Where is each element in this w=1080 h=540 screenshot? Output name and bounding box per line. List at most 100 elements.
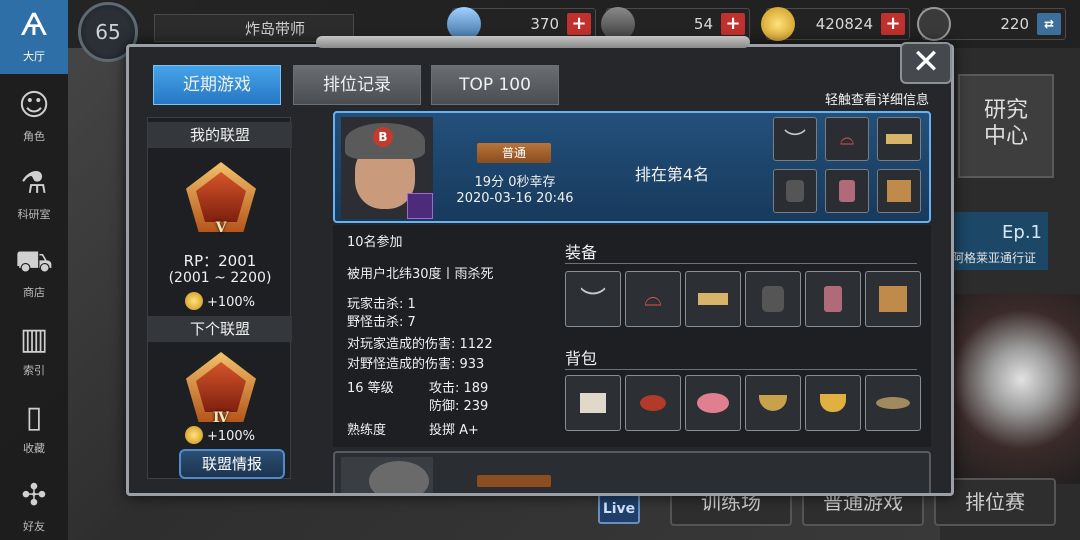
sidebar-item-collection[interactable]: ▯ 收藏 xyxy=(0,392,68,466)
sidebar-item-label: 索引 xyxy=(23,364,45,377)
league-badge-icon: V xyxy=(186,162,256,236)
coin-icon xyxy=(184,292,203,310)
player-badge[interactable]: 炸岛带师 65 xyxy=(74,2,354,62)
character-portrait: B xyxy=(341,117,433,219)
character-portrait xyxy=(341,457,433,493)
battle-pass-name: 阿格莱亚通行证 xyxy=(952,251,1037,265)
research-label: 研究 中心 xyxy=(983,98,1028,149)
plus-icon[interactable]: + xyxy=(721,13,745,35)
boomerang-icon: ︶ xyxy=(773,117,817,161)
sidebar-item-index[interactable]: ▥ 索引 xyxy=(0,314,68,388)
rp-range: (2001 ~ 2200) xyxy=(168,270,272,286)
monster-kills: 野怪击杀: 7 xyxy=(347,315,416,330)
match-card[interactable]: B 普通 19分 0秒幸存 2020-03-16 20:46 排在第4名 ︶ ⌓ xyxy=(333,111,931,223)
sidebar-item-label: 好友 xyxy=(23,520,45,533)
glasses-icon[interactable]: ⌓ xyxy=(625,271,681,327)
battle-pass-banner[interactable]: Ep.1 阿格莱亚通行证 xyxy=(948,212,1048,270)
bowl-icon[interactable] xyxy=(805,375,861,431)
sidebar-item-lobby[interactable]: Ѧ 大厅 xyxy=(0,0,68,74)
match-history-modal: 近期游戏 排位记录 TOP 100 轻触查看详细信息 我的联盟 V RP：200… xyxy=(126,44,954,496)
armor-icon[interactable] xyxy=(745,271,801,327)
detail-hint: 轻触查看详细信息 xyxy=(824,93,929,108)
sidebar-item-character[interactable]: ☺ 角色 xyxy=(0,80,68,154)
resource-value: 370 xyxy=(530,15,559,33)
next-league-bonus: +100% xyxy=(148,426,292,444)
bp-icon xyxy=(917,7,951,41)
mini-equipment-grid: ︶ ⌓ xyxy=(773,117,925,217)
crate-icon xyxy=(877,169,921,213)
divider xyxy=(565,263,917,264)
league-info-button[interactable]: 联盟情报 xyxy=(179,449,285,479)
match-rank: 排在第4名 xyxy=(634,165,710,184)
character-art xyxy=(950,294,1080,484)
armor-icon xyxy=(773,169,817,213)
mastery-label: 熟练度 xyxy=(347,423,387,438)
cart-icon: ⛟ xyxy=(15,244,53,279)
sidebar-item-label: 科研室 xyxy=(17,208,51,221)
player-kills: 玩家击杀: 1 xyxy=(347,297,416,312)
sidebar-item-label: 角色 xyxy=(23,130,45,143)
resource-bp: 220 ⇄ xyxy=(917,7,1066,41)
match-card[interactable] xyxy=(333,451,931,493)
bracer-icon xyxy=(877,117,921,161)
league-bonus: +100% xyxy=(148,292,292,310)
resource-value: 54 xyxy=(693,15,713,33)
attack-stat: 攻击: 189 xyxy=(429,381,489,396)
lab-icon: ⚗ xyxy=(20,166,48,201)
next-league-title: 下个联盟 xyxy=(148,316,292,342)
coin-icon xyxy=(184,426,203,444)
bag-title: 背包 xyxy=(565,349,598,368)
exchange-icon[interactable]: ⇄ xyxy=(1037,13,1061,35)
scroll-icon[interactable] xyxy=(565,375,621,431)
equipment-title: 装备 xyxy=(565,243,598,262)
survive-time: 19分 0秒幸存 xyxy=(474,175,556,190)
my-league-title: 我的联盟 xyxy=(148,122,292,148)
tab-ranked-records[interactable]: 排位记录 xyxy=(293,65,421,105)
sidebar-item-label: 商店 xyxy=(23,286,45,299)
sidebar-item-friends[interactable]: ✣ 好友 xyxy=(0,470,68,540)
sidebar-item-shop[interactable]: ⛟ 商店 xyxy=(0,236,68,310)
next-league-rank: Ⅳ xyxy=(213,410,229,426)
participants: 10名参加 xyxy=(347,235,403,250)
divider xyxy=(565,369,917,370)
defense-stat: 防御: 239 xyxy=(429,399,489,414)
modal-handle[interactable] xyxy=(316,36,750,48)
boots-icon xyxy=(825,169,869,213)
resource-coin: 420824 + xyxy=(761,7,910,41)
close-icon[interactable]: ✕ xyxy=(900,42,952,84)
player-damage: 对玩家造成的伤害: 1122 xyxy=(347,337,493,352)
battle-pass-episode: Ep.1 xyxy=(1002,222,1042,243)
mastery-value: 投掷 A+ xyxy=(429,423,479,438)
skill-icon xyxy=(407,193,433,219)
match-datetime: 2020-03-16 20:46 xyxy=(456,191,574,206)
resource-value: 420824 xyxy=(815,15,873,33)
sidebar: Ѧ 大厅 ☺ 角色 ⚗ 科研室 ⛟ 商店 ▥ 索引 ▯ 收藏 ✣ 好友 xyxy=(0,0,68,540)
crab-icon[interactable] xyxy=(625,375,681,431)
league-panel: 我的联盟 V RP：2001 (2001 ~ 2200) +100% 下个联盟 … xyxy=(147,117,292,479)
live-button[interactable]: Live xyxy=(598,494,640,524)
gamepad-icon: ✣ xyxy=(21,478,47,513)
boots-icon[interactable] xyxy=(805,271,861,327)
sidebar-item-label: 大厅 xyxy=(23,50,45,63)
resource-value: 220 xyxy=(1000,15,1029,33)
game-mode-badge: 普通 xyxy=(477,143,551,163)
boomerang-icon[interactable]: ︶ xyxy=(565,271,621,327)
match-detail: 10名参加 被用户北纬30度丨雨杀死 玩家击杀: 1 野怪击杀: 7 对玩家造成… xyxy=(333,225,931,447)
plus-icon[interactable]: + xyxy=(881,13,905,35)
bracer-icon[interactable] xyxy=(685,271,741,327)
pot-icon[interactable] xyxy=(745,375,801,431)
coin-icon xyxy=(761,7,795,41)
index-icon: ▥ xyxy=(19,322,49,357)
meat-icon[interactable] xyxy=(685,375,741,431)
game-mode-badge xyxy=(477,475,551,487)
rp-value: RP：2001 xyxy=(183,252,257,270)
plus-icon[interactable]: + xyxy=(567,13,591,35)
research-center-button[interactable]: 研究 中心 xyxy=(958,74,1054,178)
sidebar-item-lab[interactable]: ⚗ 科研室 xyxy=(0,158,68,232)
tab-top100[interactable]: TOP 100 xyxy=(431,65,559,105)
monster-damage: 对野怪造成的伤害: 933 xyxy=(347,357,485,372)
tab-recent-games[interactable]: 近期游戏 xyxy=(153,65,281,105)
character-level: 16 等级 xyxy=(347,381,394,396)
fish-icon[interactable] xyxy=(865,375,921,431)
crate-icon[interactable] xyxy=(865,271,921,327)
